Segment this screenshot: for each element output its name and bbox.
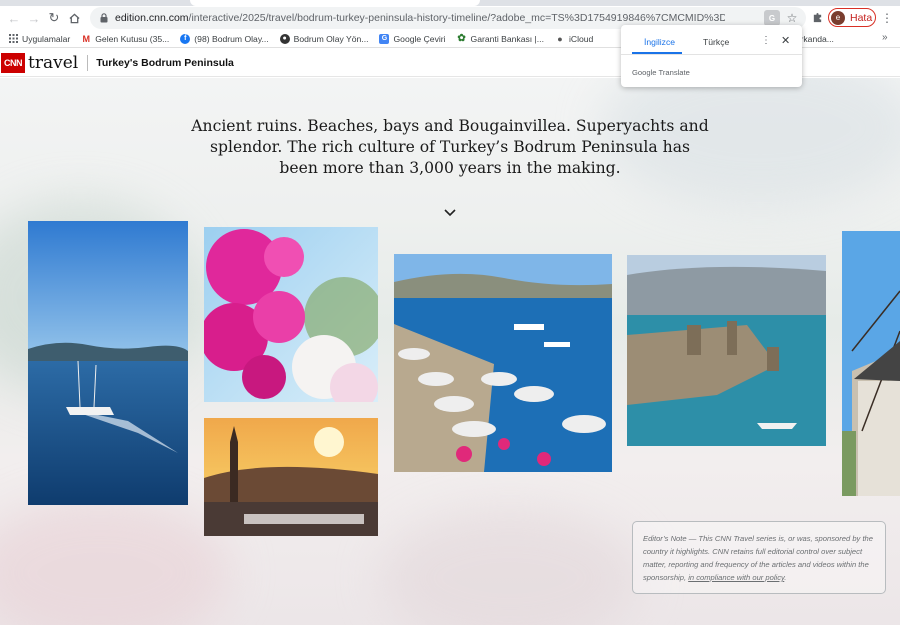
photo-sunset-minaret[interactable]	[204, 418, 378, 536]
google-translate-icon: G	[379, 33, 390, 44]
cnn-logo[interactable]: CNN	[1, 53, 25, 73]
background-blur	[0, 498, 230, 625]
bookmark-label: Uygulamalar	[22, 33, 71, 44]
apple-icon: ●	[557, 33, 563, 44]
back-icon[interactable]: ←	[4, 8, 24, 28]
chevron-down-icon[interactable]	[443, 208, 457, 218]
apps-grid-icon	[8, 34, 18, 44]
brand-google: Google	[632, 68, 657, 77]
bookmark-label: Garanti Bankası |...	[470, 33, 544, 44]
editors-note: Editor’s Note — This CNN Travel series i…	[632, 521, 886, 594]
translate-popup: İngilizce Türkçe ⋮ ✕ Google Translate	[621, 25, 802, 87]
background-blur	[380, 508, 640, 625]
profile-status-label: Hata	[850, 11, 873, 24]
header-divider	[87, 55, 89, 71]
bookmark-icloud[interactable]: ● iCloud	[555, 34, 593, 44]
photo-bodrum-castle[interactable]	[627, 255, 826, 446]
bookmark-gmail[interactable]: M Gelen Kutusu (35...	[81, 33, 170, 44]
url-text: edition.cnn.com/interactive/2025/travel/…	[115, 12, 725, 24]
intro-text: Ancient ruins. Beaches, bays and Bougain…	[191, 117, 709, 177]
profile-error-button[interactable]: e Hata	[828, 8, 876, 27]
bookmark-label: (98) Bodrum Olay...	[194, 33, 269, 44]
photo-beach-umbrellas[interactable]	[394, 254, 612, 472]
home-icon[interactable]	[64, 8, 84, 28]
garanti-icon: ✿	[457, 33, 466, 44]
avatar: e	[831, 10, 845, 25]
forward-icon[interactable]: →	[24, 8, 44, 28]
photo-yacht-at-sea[interactable]	[28, 221, 188, 505]
popup-divider	[621, 54, 802, 55]
policy-link[interactable]: in compliance with our policy	[688, 573, 784, 582]
editors-note-end: .	[784, 573, 787, 582]
google-translate-branding: Google Translate	[632, 68, 690, 77]
tab-target-language[interactable]: Türkçe	[703, 37, 729, 47]
gmail-icon: M	[82, 33, 91, 44]
bookmark-star-icon[interactable]: ☆	[784, 10, 800, 26]
bookmark-label: iCloud	[568, 33, 594, 44]
bookmark-label: Bodrum Olay Yön...	[293, 33, 369, 44]
photo-bougainvillea[interactable]	[204, 227, 378, 402]
bookmark-garanti[interactable]: ✿ Garanti Bankası |...	[457, 33, 544, 44]
lock-icon[interactable]	[98, 13, 109, 24]
translate-options-icon[interactable]: ⋮	[761, 35, 771, 46]
bookmark-label: Gelen Kutusu (35...	[95, 33, 170, 44]
close-icon[interactable]: ✕	[781, 34, 790, 47]
travel-section-logo[interactable]: travel	[28, 53, 78, 73]
translate-page-icon[interactable]: G	[764, 10, 780, 26]
tab-source-language[interactable]: İngilizce	[644, 37, 675, 47]
extensions-puzzle-icon[interactable]	[808, 8, 826, 26]
browser-menu-icon[interactable]: ⋮	[880, 10, 894, 26]
bookmark-apps[interactable]: Uygulamalar	[8, 34, 70, 44]
bookmark-facebook[interactable]: f (98) Bodrum Olay...	[180, 33, 269, 44]
globe-icon: ●	[279, 33, 290, 44]
brand-translate: Translate	[658, 68, 690, 77]
article-hero: Ancient ruins. Beaches, bays and Bougain…	[0, 78, 900, 625]
facebook-icon: f	[180, 33, 191, 44]
reload-icon[interactable]: ↻	[44, 8, 64, 28]
article-title: Turkey's Bodrum Peninsula	[96, 57, 234, 69]
bookmarks-overflow-icon[interactable]: »	[882, 32, 888, 43]
bookmark-label: Google Çeviri	[393, 33, 446, 44]
bookmark-bodrum-olay[interactable]: ● Bodrum Olay Yön...	[279, 33, 369, 44]
photo-windmill[interactable]	[842, 231, 900, 496]
bookmark-google-translate[interactable]: G Google Çeviri	[379, 33, 446, 44]
